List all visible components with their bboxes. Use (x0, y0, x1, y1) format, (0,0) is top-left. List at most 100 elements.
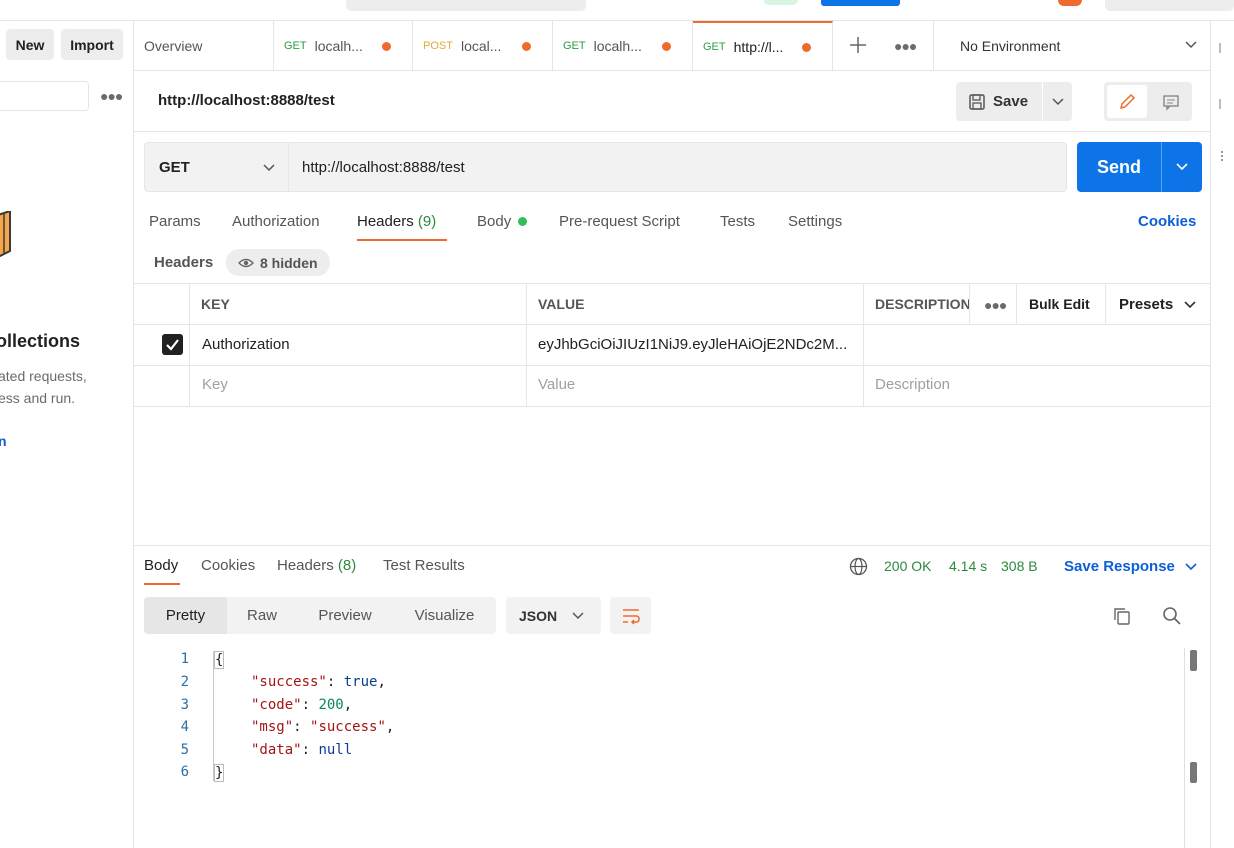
code-line: "success": true, (251, 674, 386, 690)
tab-headers[interactable]: Headers (9) (357, 213, 436, 230)
avatar[interactable] (1058, 0, 1082, 6)
tab-request[interactable]: POST local... (413, 21, 553, 71)
comments-button[interactable] (1152, 85, 1190, 118)
search-icon[interactable] (1162, 606, 1182, 626)
globe-icon[interactable] (849, 557, 868, 576)
response-tab-headers[interactable]: Headers (8) (277, 557, 356, 574)
sync-status-icon[interactable] (764, 0, 798, 5)
response-time[interactable]: 4.14 s (949, 558, 987, 574)
chevron-down-icon (1185, 41, 1197, 49)
tab-request[interactable]: GET localh... (274, 21, 413, 71)
new-description-input[interactable]: Description (875, 376, 950, 393)
method-select[interactable]: GET (144, 142, 289, 192)
request-title[interactable]: http://localhost:8888/test (158, 92, 335, 109)
response-size[interactable]: 308 B (1001, 558, 1038, 574)
tab-authorization[interactable]: Authorization (232, 213, 320, 230)
view-raw[interactable]: Raw (227, 597, 297, 634)
response-divider[interactable] (134, 545, 1210, 546)
comment-icon (1163, 94, 1179, 111)
line-number: 5 (180, 742, 189, 758)
tab-settings[interactable]: Settings (788, 213, 842, 230)
new-button[interactable]: New (6, 29, 54, 60)
rail-icon[interactable] (1219, 43, 1225, 53)
divider (134, 131, 1210, 132)
scrollbar-thumb[interactable] (1190, 762, 1197, 783)
active-tab-indicator (144, 583, 180, 585)
column-header-key: KEY (201, 296, 230, 312)
tab-params[interactable]: Params (149, 213, 201, 230)
response-tab-test-results[interactable]: Test Results (383, 557, 465, 574)
empty-state-text: ess and run. (0, 390, 76, 406)
headers-section-label: Headers (154, 254, 214, 271)
presets-dropdown[interactable]: Presets (1119, 296, 1197, 313)
tab-body[interactable]: Body (477, 213, 528, 230)
send-button[interactable]: Send (1077, 142, 1161, 192)
column-header-value: VALUE (538, 296, 585, 312)
header-enabled-checkbox[interactable] (162, 334, 183, 355)
header-value-cell[interactable]: eyJhbGciOiJIUzI1NiJ9.eyJleHAiOjE2NDc2M..… (538, 336, 858, 353)
empty-state-title: ollections (0, 331, 81, 351)
create-collection-link[interactable]: n (0, 433, 7, 449)
table-border (134, 365, 1210, 366)
bulk-edit-button[interactable]: Bulk Edit (1029, 296, 1090, 312)
response-tab-cookies[interactable]: Cookies (201, 557, 255, 574)
rail-icon[interactable] (1221, 151, 1224, 161)
line-number: 3 (180, 697, 189, 713)
header-key-cell[interactable]: Authorization (202, 336, 290, 353)
table-border (969, 283, 970, 324)
copy-icon[interactable] (1112, 606, 1132, 626)
tab-request-active[interactable]: GET http://l... (693, 21, 833, 71)
tab-tests[interactable]: Tests (720, 213, 755, 230)
view-preview[interactable]: Preview (297, 597, 393, 634)
wrap-lines-button[interactable] (610, 597, 651, 634)
eye-icon (238, 258, 254, 267)
unsaved-dot-icon (662, 41, 671, 51)
tab-overview[interactable]: Overview (134, 21, 274, 71)
table-border (189, 283, 190, 406)
sidebar-search-input[interactable] (0, 81, 89, 111)
header-right-control[interactable] (1105, 0, 1234, 11)
tabs-more-icon[interactable]: ●●● (894, 38, 917, 54)
url-input[interactable]: http://localhost:8888/test (289, 142, 1067, 192)
scrollbar-thumb[interactable] (1190, 650, 1197, 671)
environment-select[interactable]: No Environment (933, 21, 1210, 71)
save-button[interactable]: Save (956, 82, 1042, 121)
table-border (1016, 283, 1017, 324)
save-response-dropdown[interactable]: Save Response (1064, 558, 1198, 575)
wrap-icon (623, 609, 640, 625)
line-number: 4 (180, 719, 189, 735)
table-border (1105, 283, 1106, 324)
view-pretty[interactable]: Pretty (144, 597, 227, 634)
format-select[interactable]: JSON (506, 597, 601, 634)
send-dropdown-button[interactable] (1162, 142, 1202, 192)
status-code[interactable]: 200 OK (884, 558, 931, 574)
hidden-headers-toggle[interactable]: 8 hidden (226, 249, 330, 276)
code-line: } (214, 764, 225, 782)
new-tab-icon[interactable] (847, 34, 869, 56)
new-value-input[interactable]: Value (538, 376, 575, 393)
rail-icon[interactable] (1219, 99, 1225, 109)
sidebar-more-icon[interactable]: ●●● (100, 88, 123, 104)
view-visualize[interactable]: Visualize (393, 597, 496, 634)
response-tab-body[interactable]: Body (144, 557, 178, 574)
cookies-link[interactable]: Cookies (1138, 213, 1196, 230)
table-border (526, 283, 527, 406)
upgrade-button[interactable] (821, 0, 900, 6)
save-dropdown-button[interactable] (1043, 82, 1072, 121)
body-status-dot (518, 217, 528, 226)
chevron-down-icon (1185, 562, 1197, 570)
tab-prerequest-script[interactable]: Pre-request Script (559, 213, 680, 230)
collection-illustration-icon (0, 209, 12, 258)
edit-mode-button[interactable] (1107, 85, 1147, 118)
line-number: 6 (180, 764, 189, 780)
app-header (0, 0, 1234, 21)
new-key-input[interactable]: Key (202, 376, 228, 393)
active-tab-indicator (357, 239, 447, 241)
import-button[interactable]: Import (61, 29, 123, 60)
line-number: 2 (180, 674, 189, 690)
chevron-down-icon (1184, 300, 1196, 308)
tab-request[interactable]: GET localh... (553, 21, 693, 71)
global-search[interactable] (346, 0, 586, 11)
column-options-icon[interactable]: ●●● (984, 297, 1007, 313)
view-toggle (1104, 82, 1192, 121)
